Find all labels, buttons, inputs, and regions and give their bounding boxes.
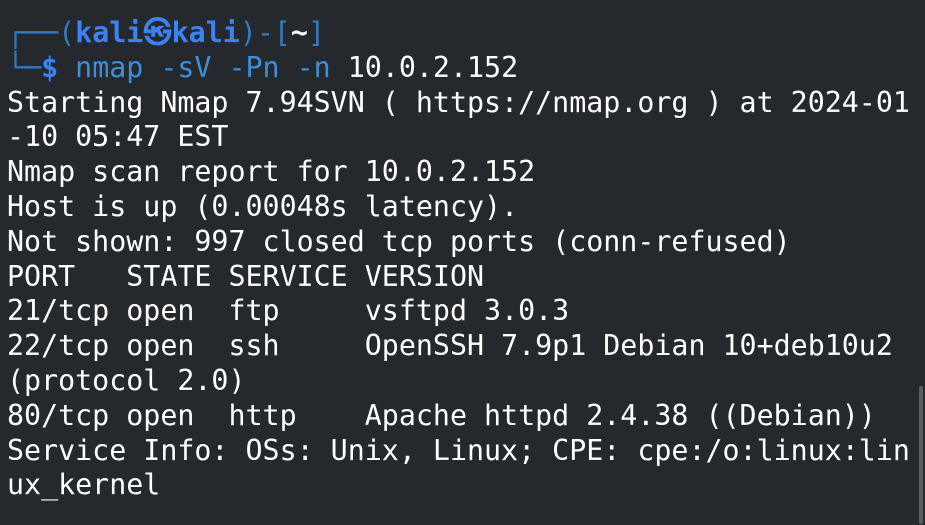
output-line: Host is up (0.00048s latency). — [7, 189, 519, 223]
output-line: -10 05:47 EST — [7, 120, 229, 154]
prompt-header: ┌──(kali㉿kali)-[~] — [7, 16, 925, 51]
output-line: ux_kernel — [7, 468, 161, 502]
output-line: Starting Nmap 7.94SVN ( https://nmap.org… — [7, 85, 910, 119]
prompt-frame-bottom: └─ — [7, 50, 42, 84]
command-line[interactable]: └─$ nmap -sV -Pn -n 10.0.2.152 — [7, 51, 925, 86]
kali-skull-icon: ㉿ — [143, 16, 172, 49]
scrollbar[interactable] — [919, 386, 923, 524]
prompt-path-close: ] — [307, 16, 325, 49]
output-line: Nmap scan report for 10.0.2.152 — [7, 155, 536, 189]
output-line: 80/tcp open http Apache httpd 2.4.38 ((D… — [7, 398, 876, 432]
output-line: (protocol 2.0) — [7, 363, 246, 397]
output-line: 21/tcp open ftp vsftpd 3.0.3 — [7, 294, 570, 328]
output-line: Not shown: 997 closed tcp ports (conn-re… — [7, 224, 791, 258]
prompt-host: kali — [171, 16, 240, 49]
command-target: 10.0.2.152 — [347, 50, 519, 84]
command-text: nmap -sV -Pn -n — [58, 50, 348, 84]
prompt-path-open: )-[ — [239, 16, 291, 49]
output-line: 22/tcp open ssh OpenSSH 7.9p1 Debian 10+… — [7, 329, 893, 363]
prompt-frame-top: ┌──( — [7, 16, 76, 49]
prompt-dollar: $ — [41, 50, 59, 84]
terminal-window[interactable]: ┌──(kali㉿kali)-[~] └─$ nmap -sV -Pn -n 1… — [0, 0, 925, 525]
prompt-path: ~ — [290, 16, 308, 49]
output-line: Service Info: OSs: Unix, Linux; CPE: cpe… — [7, 433, 910, 467]
prompt-user: kali — [75, 16, 144, 49]
output-line: PORT STATE SERVICE VERSION — [7, 259, 485, 293]
